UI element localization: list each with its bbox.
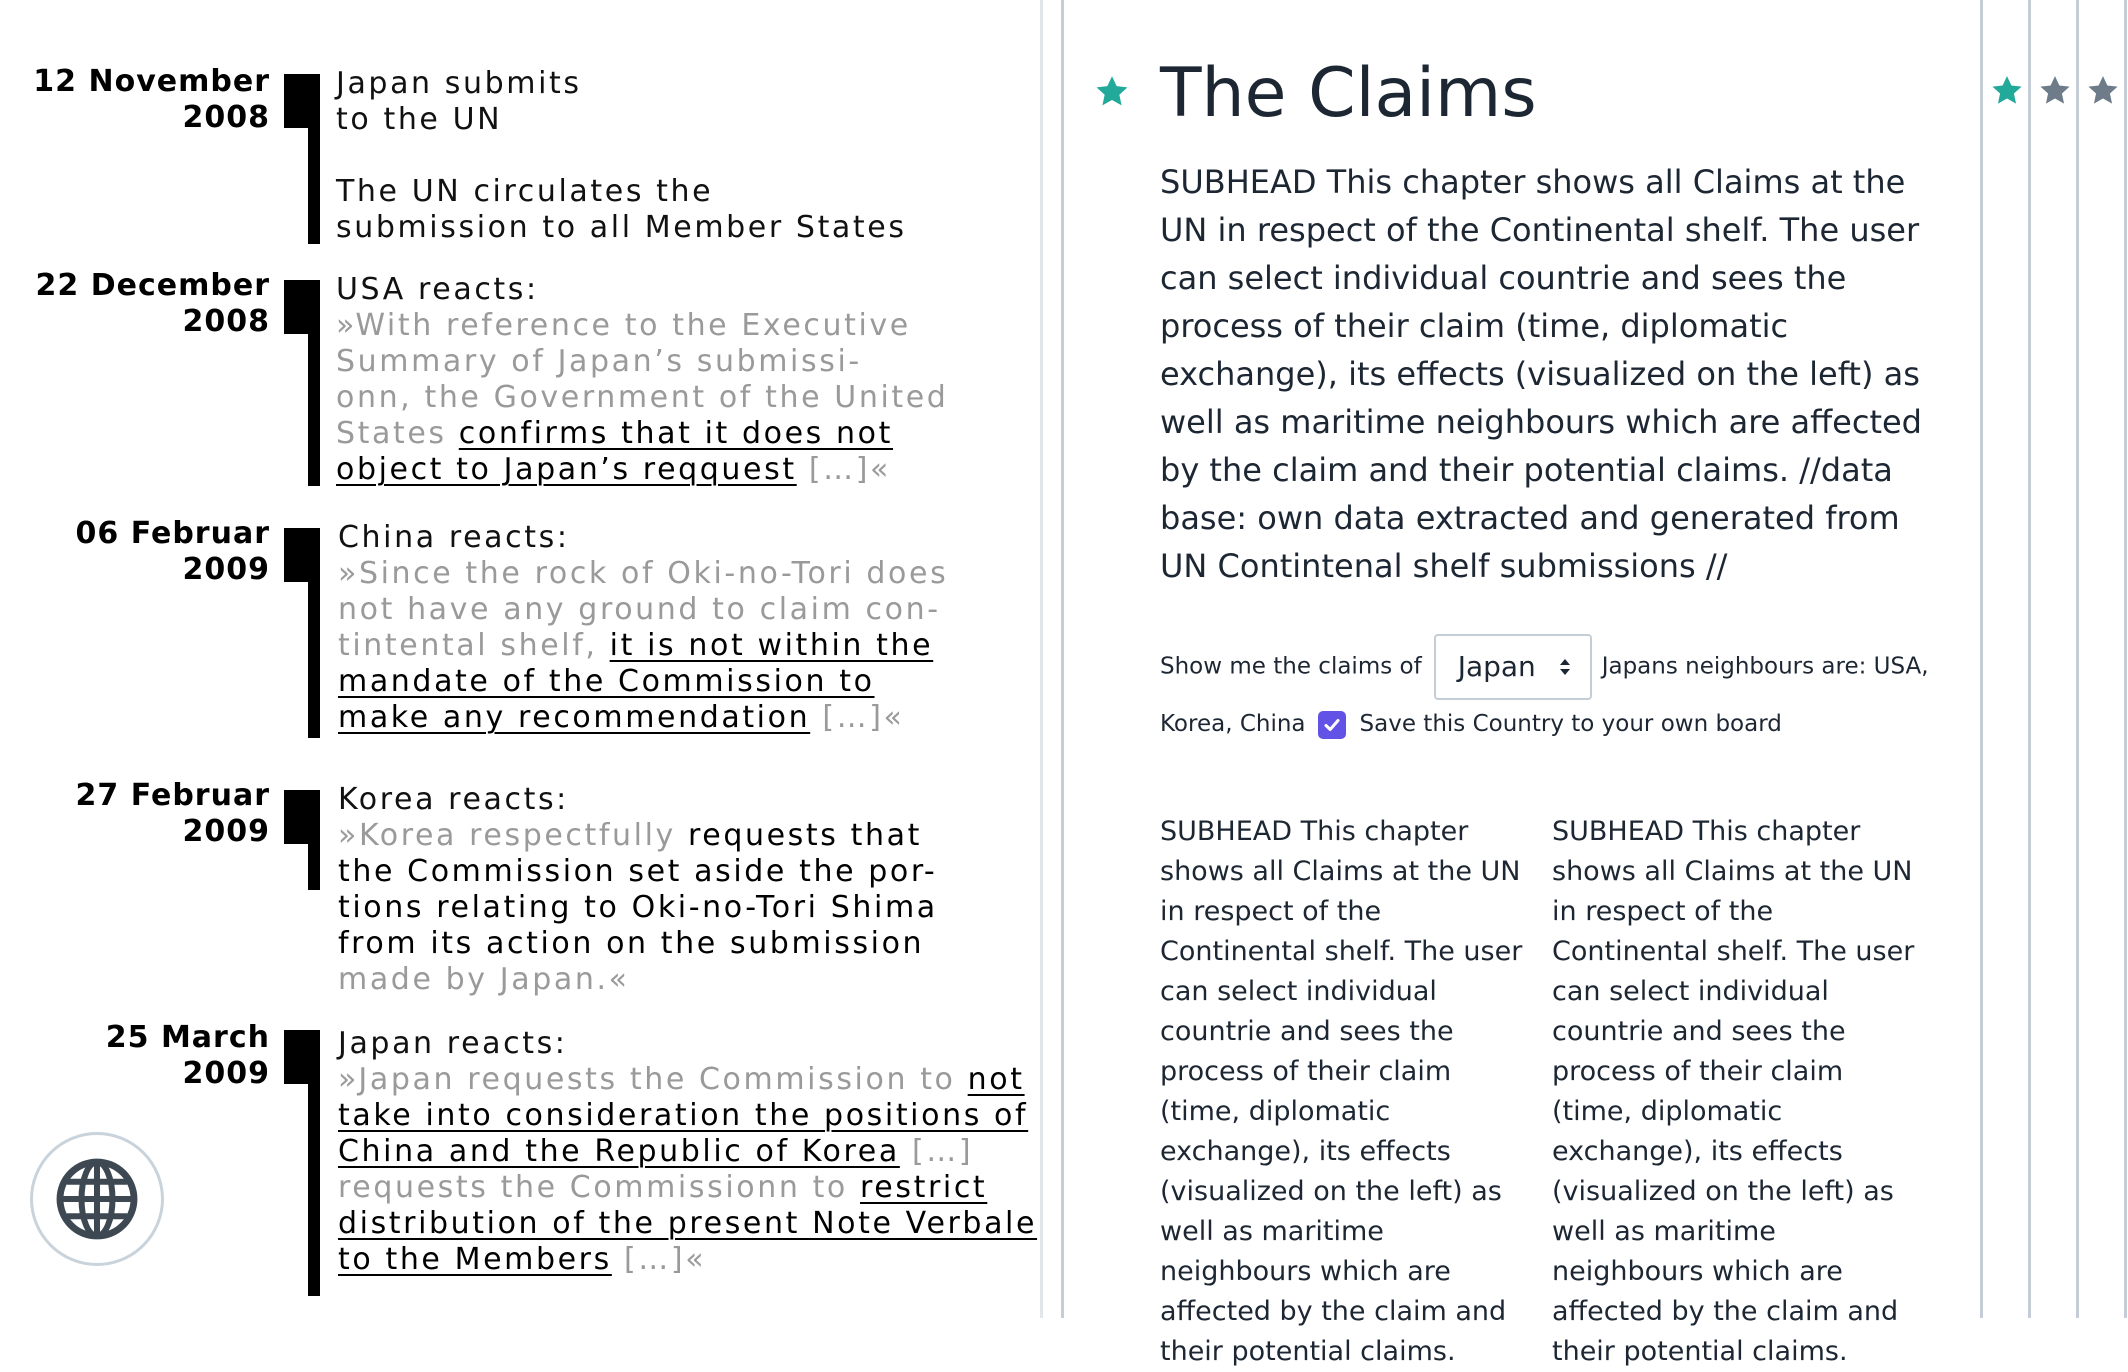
quote-fragment: States <box>336 416 459 451</box>
quote-fragment: »Japan requests the Commission to <box>338 1062 968 1097</box>
quote-highlight: take into consideration the positions of <box>338 1098 1029 1133</box>
entry-heading: Japan reacts: <box>338 1026 568 1061</box>
date-year: 2009 <box>182 814 270 849</box>
quote-fragment: requests the Commissionn to <box>338 1170 861 1205</box>
quote-highlight: it is not within the <box>609 628 934 663</box>
quote-fragment: »Korea respectfully <box>338 818 688 853</box>
entry-line: to the UN <box>336 102 503 137</box>
rail-divider <box>2124 0 2127 1318</box>
timeline-entry: 27 Februar 2009 Korea reacts: »Korea res… <box>0 778 1040 1008</box>
date-day-month: 12 November <box>33 64 270 99</box>
quote-line: »Since the rock of Oki-no-Tori does <box>338 556 949 591</box>
date-year: 2008 <box>182 100 270 135</box>
timeline-entry: 22 December 2008 USA reacts: »With refer… <box>0 266 1040 496</box>
star-icon[interactable] <box>2038 74 2072 108</box>
country-controls: Show me the claims of Japan Japans neighbo… <box>1160 634 1960 748</box>
quote-line: made by Japan.« <box>338 962 630 997</box>
timeline-bar <box>308 528 320 738</box>
date-day-month: 25 March <box>105 1020 270 1055</box>
quote-fragment: tintental shelf, <box>338 628 610 663</box>
entry-date: 27 Februar 2009 <box>20 778 270 850</box>
show-claims-label: Show me the claims of <box>1160 653 1422 680</box>
quote-highlight: object to Japan’s reqquest <box>336 452 797 487</box>
timeline-entry: 25 March 2009 Japan reacts: »Japan reque… <box>0 1020 1040 1310</box>
date-year: 2009 <box>182 552 270 587</box>
quote-ellipsis: […]« <box>796 452 892 487</box>
globe-button[interactable] <box>30 1132 164 1266</box>
entry-heading: China reacts: <box>338 520 570 555</box>
rail-divider <box>2028 0 2031 1318</box>
star-icon[interactable] <box>2086 74 2120 108</box>
timeline-bar <box>308 74 320 244</box>
save-country-checkbox[interactable] <box>1317 710 1346 739</box>
entry-heading: Korea reacts: <box>338 782 569 817</box>
entry-line: Japan submits <box>336 66 582 101</box>
text-column-left: SUBHEAD This chapter shows all Claims at… <box>1160 816 1523 1367</box>
timeline: 12 November 2008 Japan submits to the UN… <box>0 0 1040 1318</box>
entry-text: Korea reacts: »Korea respectfully reques… <box>338 782 1018 998</box>
checkmark-icon <box>1324 718 1340 731</box>
entry-text: USA reacts: »With reference to the Execu… <box>336 272 1016 488</box>
timeline-bar <box>308 1030 320 1296</box>
entry-line: submission to all Member States <box>336 210 907 245</box>
quote-highlight: mandate of the Commission to <box>338 664 875 699</box>
select-arrows-icon <box>1559 659 1570 675</box>
quote-line: not have any ground to claim con- <box>338 592 941 627</box>
quote-emphasis: from its action on the submission <box>338 926 925 961</box>
panel-divider[interactable] <box>1040 0 1064 1318</box>
save-country-label: Save this Country to your own board <box>1359 711 1782 737</box>
entry-date: 22 December 2008 <box>20 268 270 340</box>
globe-icon <box>56 1158 138 1240</box>
entry-date: 25 March 2009 <box>20 1020 270 1092</box>
quote-highlight: distribution of the present Note Verbale <box>338 1206 1038 1241</box>
rail-divider <box>1980 0 1983 1318</box>
timeline-entry: 06 Februar 2009 China reacts: »Since the… <box>0 516 1040 746</box>
quote-emphasis: the Commission set aside the por- <box>338 854 938 889</box>
page-title: The Claims <box>1160 54 1537 133</box>
rail-divider <box>2076 0 2079 1318</box>
claims-panel: The Claims SUBHEAD This chapter shows al… <box>1064 0 1980 1367</box>
entry-date: 06 Februar 2009 <box>20 516 270 588</box>
timeline-entry: 12 November 2008 Japan submits to the UN… <box>0 60 1040 250</box>
lead-paragraph: SUBHEAD This chapter shows all Claims at… <box>1160 163 1922 585</box>
quote-ellipsis: […]« <box>810 700 905 735</box>
entry-heading: USA reacts: <box>336 272 539 307</box>
quote-emphasis: tions relating to Oki-no-Tori Shima <box>338 890 938 925</box>
date-year: 2009 <box>182 1056 270 1091</box>
quote-line: onn, the Government of the United <box>336 380 949 415</box>
quote-highlight: restrict <box>860 1170 988 1205</box>
star-icon[interactable] <box>1094 74 1130 110</box>
country-select-value: Japan <box>1457 650 1536 683</box>
quote-highlight: make any recommendation <box>338 700 811 735</box>
date-year: 2008 <box>182 304 270 339</box>
entry-line: The UN circulates the <box>336 174 714 209</box>
quote-ellipsis: […]« <box>611 1242 707 1277</box>
timeline-bar <box>308 280 320 486</box>
quote-ellipsis: […] <box>899 1134 974 1169</box>
text-column-right: SUBHEAD This chapter shows all Claims at… <box>1552 816 1915 1367</box>
entry-text: Japan reacts: »Japan requests the Commis… <box>338 1026 1038 1278</box>
chapter-rail <box>1980 0 2128 1318</box>
date-day-month: 22 December <box>35 268 270 303</box>
quote-emphasis: requests that <box>688 818 922 853</box>
date-day-month: 27 Februar <box>75 778 270 813</box>
quote-highlight: not <box>967 1062 1025 1097</box>
quote-highlight: China and the Republic of Korea <box>338 1134 900 1169</box>
quote-highlight: confirms that it does not <box>458 416 893 451</box>
quote-line: Summary of Japan’s submissi- <box>336 344 862 379</box>
entry-date: 12 November 2008 <box>20 64 270 136</box>
star-icon[interactable] <box>1990 74 2024 108</box>
date-day-month: 06 Februar <box>75 516 270 551</box>
entry-text: China reacts: »Since the rock of Oki-no-… <box>338 520 1018 736</box>
quote-line: »With reference to the Executive <box>336 308 911 343</box>
entry-text: Japan submits to the UN The UN circulate… <box>336 66 1016 246</box>
quote-highlight: to the Members <box>338 1242 612 1277</box>
timeline-bar <box>308 790 320 890</box>
country-select[interactable]: Japan <box>1433 634 1592 700</box>
